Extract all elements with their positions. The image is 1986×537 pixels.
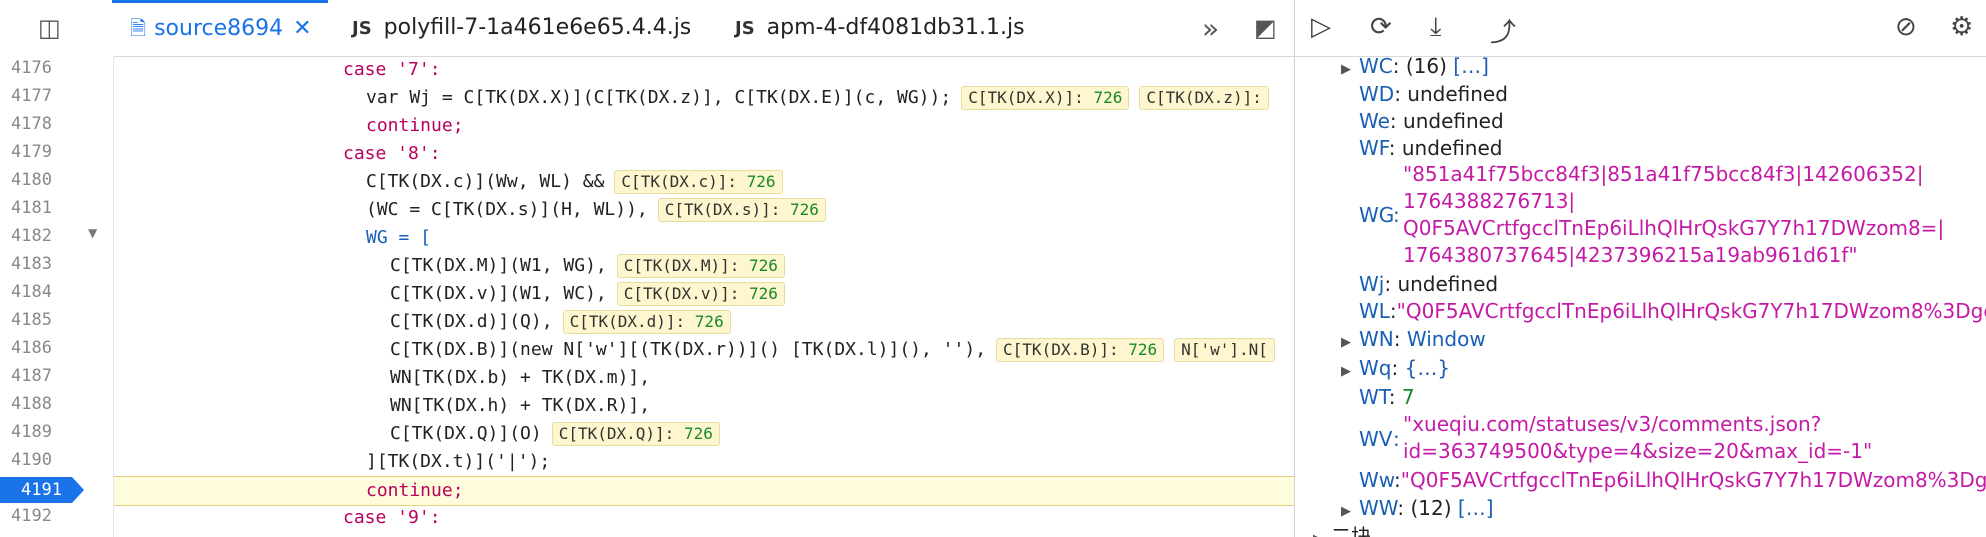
scope-value-WV: "xueqiu.com/statuses/v3/comments.json? i…	[1403, 412, 1873, 463]
file-icon: 🗎	[130, 16, 147, 40]
tab-label: source8694	[154, 16, 284, 41]
line-number[interactable]: 4187	[0, 366, 52, 386]
code-line: case '7':	[343, 59, 441, 80]
code-line: (WC = C[TK(DX.s)](H, WL)), C[TK(DX.s)]: 7…	[366, 196, 826, 224]
code-line: C[TK(DX.M)](W1, WG), C[TK(DX.M)]: 726	[390, 252, 785, 280]
code-line: case '9':	[343, 507, 441, 528]
line-number[interactable]: 4188	[0, 394, 52, 414]
scope-row-WL: WL:"Q0F5AVCrtfgcclTnEp6iLlhQlHrQskG7Y7h1…	[1359, 299, 1986, 323]
scope-row-WW[interactable]: ▶ WW: (12) […]	[1341, 494, 1494, 522]
code-line: case '8':	[343, 143, 441, 164]
step-in-icon[interactable]: ⤓	[1430, 12, 1442, 43]
code-line: WG = [	[366, 227, 432, 248]
tab-label: apm-4-df4081db31.1.js	[766, 15, 1025, 40]
debugger-panel: ▷ ⟳ ⤓ ⤴ ⊘ ⚙ ▶ WC: (16) […] WD: undefined …	[1295, 0, 1986, 537]
scope-row-WF: WF: undefined	[1359, 136, 1503, 160]
inline-value-badge: C[TK(DX.B)]: 726	[996, 338, 1165, 362]
line-number[interactable]: 4190	[0, 450, 52, 470]
inline-value-badge: C[TK(DX.Q)]: 726	[551, 422, 720, 446]
scope-row-WN[interactable]: ▶ WN: Window	[1341, 325, 1486, 353]
step-out-icon[interactable]: ⤴	[1490, 12, 1516, 49]
code-line: continue;	[366, 115, 464, 136]
tab-apm[interactable]: JS apm-4-df4081db31.1.js	[735, 0, 1025, 56]
code-line: C[TK(DX.B)](new N['w'][(TK(DX.r))]() [TK…	[390, 336, 1275, 364]
code-line: ][TK(DX.t)]('|');	[366, 451, 551, 472]
code-line: C[TK(DX.d)](Q), C[TK(DX.d)]: 726	[390, 308, 731, 336]
editor-pane: ◫ 🗎 source8694 ✕ JS polyfill-7-1a461e6e65.4…	[0, 0, 1294, 537]
line-number[interactable]: 4185	[0, 310, 52, 330]
expand-arrow-icon[interactable]: ▶	[1341, 329, 1359, 357]
deactivate-breakpoints-icon[interactable]: ⊘	[1895, 12, 1917, 42]
line-number[interactable]: 4176	[0, 58, 52, 78]
inline-value-badge: N['w'].N[	[1174, 338, 1275, 362]
inline-value-badge: C[TK(DX.s)]: 726	[657, 198, 826, 222]
resume-icon[interactable]: ▷	[1311, 12, 1331, 42]
scope-value-WG: "851a41f75bcc84f3|851a41f75bcc84f3|14260…	[1403, 162, 1945, 267]
expand-arrow-icon[interactable]: ▶	[1341, 358, 1359, 386]
scope-group-row[interactable]: ▶二块	[1313, 522, 1371, 537]
editor-tab-bar: ◫ 🗎 source8694 ✕ JS polyfill-7-1a461e6e65.4…	[0, 0, 1294, 57]
line-number[interactable]: 4192	[0, 506, 52, 526]
step-over-icon[interactable]: ⟳	[1370, 12, 1392, 42]
line-number[interactable]: 4184	[0, 282, 52, 302]
scope-row-We: We: undefined	[1359, 109, 1504, 133]
tab-label: polyfill-7-1a461e6e65.4.4.js	[383, 15, 692, 40]
expand-arrow-icon[interactable]: ▶	[1313, 526, 1331, 537]
tab-polyfill[interactable]: JS polyfill-7-1a461e6e65.4.4.js	[352, 0, 691, 56]
paused-code-line: continue;	[114, 476, 1294, 506]
toggle-sidebar-icon[interactable]: ◫	[38, 14, 61, 42]
fold-chevron-icon[interactable]: ▼	[88, 226, 97, 240]
inline-value-badge: C[TK(DX.M)]: 726	[616, 254, 785, 278]
tab-source8694[interactable]: 🗎 source8694 ✕	[112, 0, 328, 56]
inline-value-badge: C[TK(DX.c)]: 726	[614, 170, 783, 194]
line-gutter: 4176 4177 4178 4179 4180 4181 4182 ▼ 418…	[0, 56, 114, 537]
scope-row-WD: WD: undefined	[1359, 82, 1508, 106]
paused-line-arrow-icon	[72, 477, 84, 503]
gear-icon[interactable]: ⚙	[1950, 12, 1973, 42]
line-number[interactable]: 4178	[0, 114, 52, 134]
scope-row-Wq[interactable]: ▶ Wq: {…}	[1341, 354, 1450, 382]
line-number[interactable]: 4180	[0, 170, 52, 190]
line-number[interactable]: 4179	[0, 142, 52, 162]
scope-row-WC[interactable]: ▶ WC: (16) […]	[1341, 52, 1489, 80]
line-number[interactable]: 4183	[0, 254, 52, 274]
code-line: var Wj = C[TK(DX.X)](C[TK(DX.z)], C[TK(D…	[366, 84, 1269, 112]
code-view[interactable]: case '7': var Wj = C[TK(DX.X)](C[TK(DX.z…	[114, 56, 1294, 537]
scope-row-Ww: Ww:"Q0F5AVCrtfgcclTnEp6iLlhQlHrQskG7Y7h1…	[1359, 468, 1986, 492]
paused-line-marker[interactable]: 4191	[0, 477, 72, 503]
code-line: WN[TK(DX.b) + TK(DX.m)],	[390, 367, 651, 388]
js-file-icon: JS	[735, 18, 755, 39]
expand-arrow-icon[interactable]: ▶	[1341, 56, 1359, 84]
line-number[interactable]: 4177	[0, 86, 52, 106]
inline-value-badge: C[TK(DX.v)]: 726	[616, 282, 785, 306]
code-line: C[TK(DX.v)](W1, WC), C[TK(DX.v)]: 726	[390, 280, 785, 308]
scope-row-WT: WT: 7	[1359, 385, 1415, 409]
line-number[interactable]: 4181	[0, 198, 52, 218]
scope-row-Wj: Wj: undefined	[1359, 272, 1499, 296]
code-line: C[TK(DX.c)](Ww, WL) && C[TK(DX.c)]: 726	[366, 168, 783, 196]
code-line: C[TK(DX.Q)](O) C[TK(DX.Q)]: 726	[390, 420, 720, 448]
line-number[interactable]: 4186	[0, 338, 52, 358]
inline-value-badge: C[TK(DX.X)]: 726	[961, 86, 1130, 110]
debugger-toolbar: ▷ ⟳ ⤓ ⤴ ⊘ ⚙	[1295, 0, 1986, 57]
inline-value-badge: C[TK(DX.z)]:	[1139, 86, 1269, 110]
js-file-icon: JS	[352, 18, 372, 39]
line-number[interactable]: 4189	[0, 422, 52, 442]
toggle-debugger-panel-icon[interactable]: ◩	[1254, 14, 1277, 42]
line-number[interactable]: 4182	[0, 226, 52, 246]
close-tab-icon[interactable]: ✕	[293, 16, 311, 41]
code-line: WN[TK(DX.h) + TK(DX.R)],	[390, 395, 651, 416]
more-tabs-chevron-icon[interactable]: »	[1202, 12, 1219, 45]
inline-value-badge: C[TK(DX.d)]: 726	[562, 310, 731, 334]
